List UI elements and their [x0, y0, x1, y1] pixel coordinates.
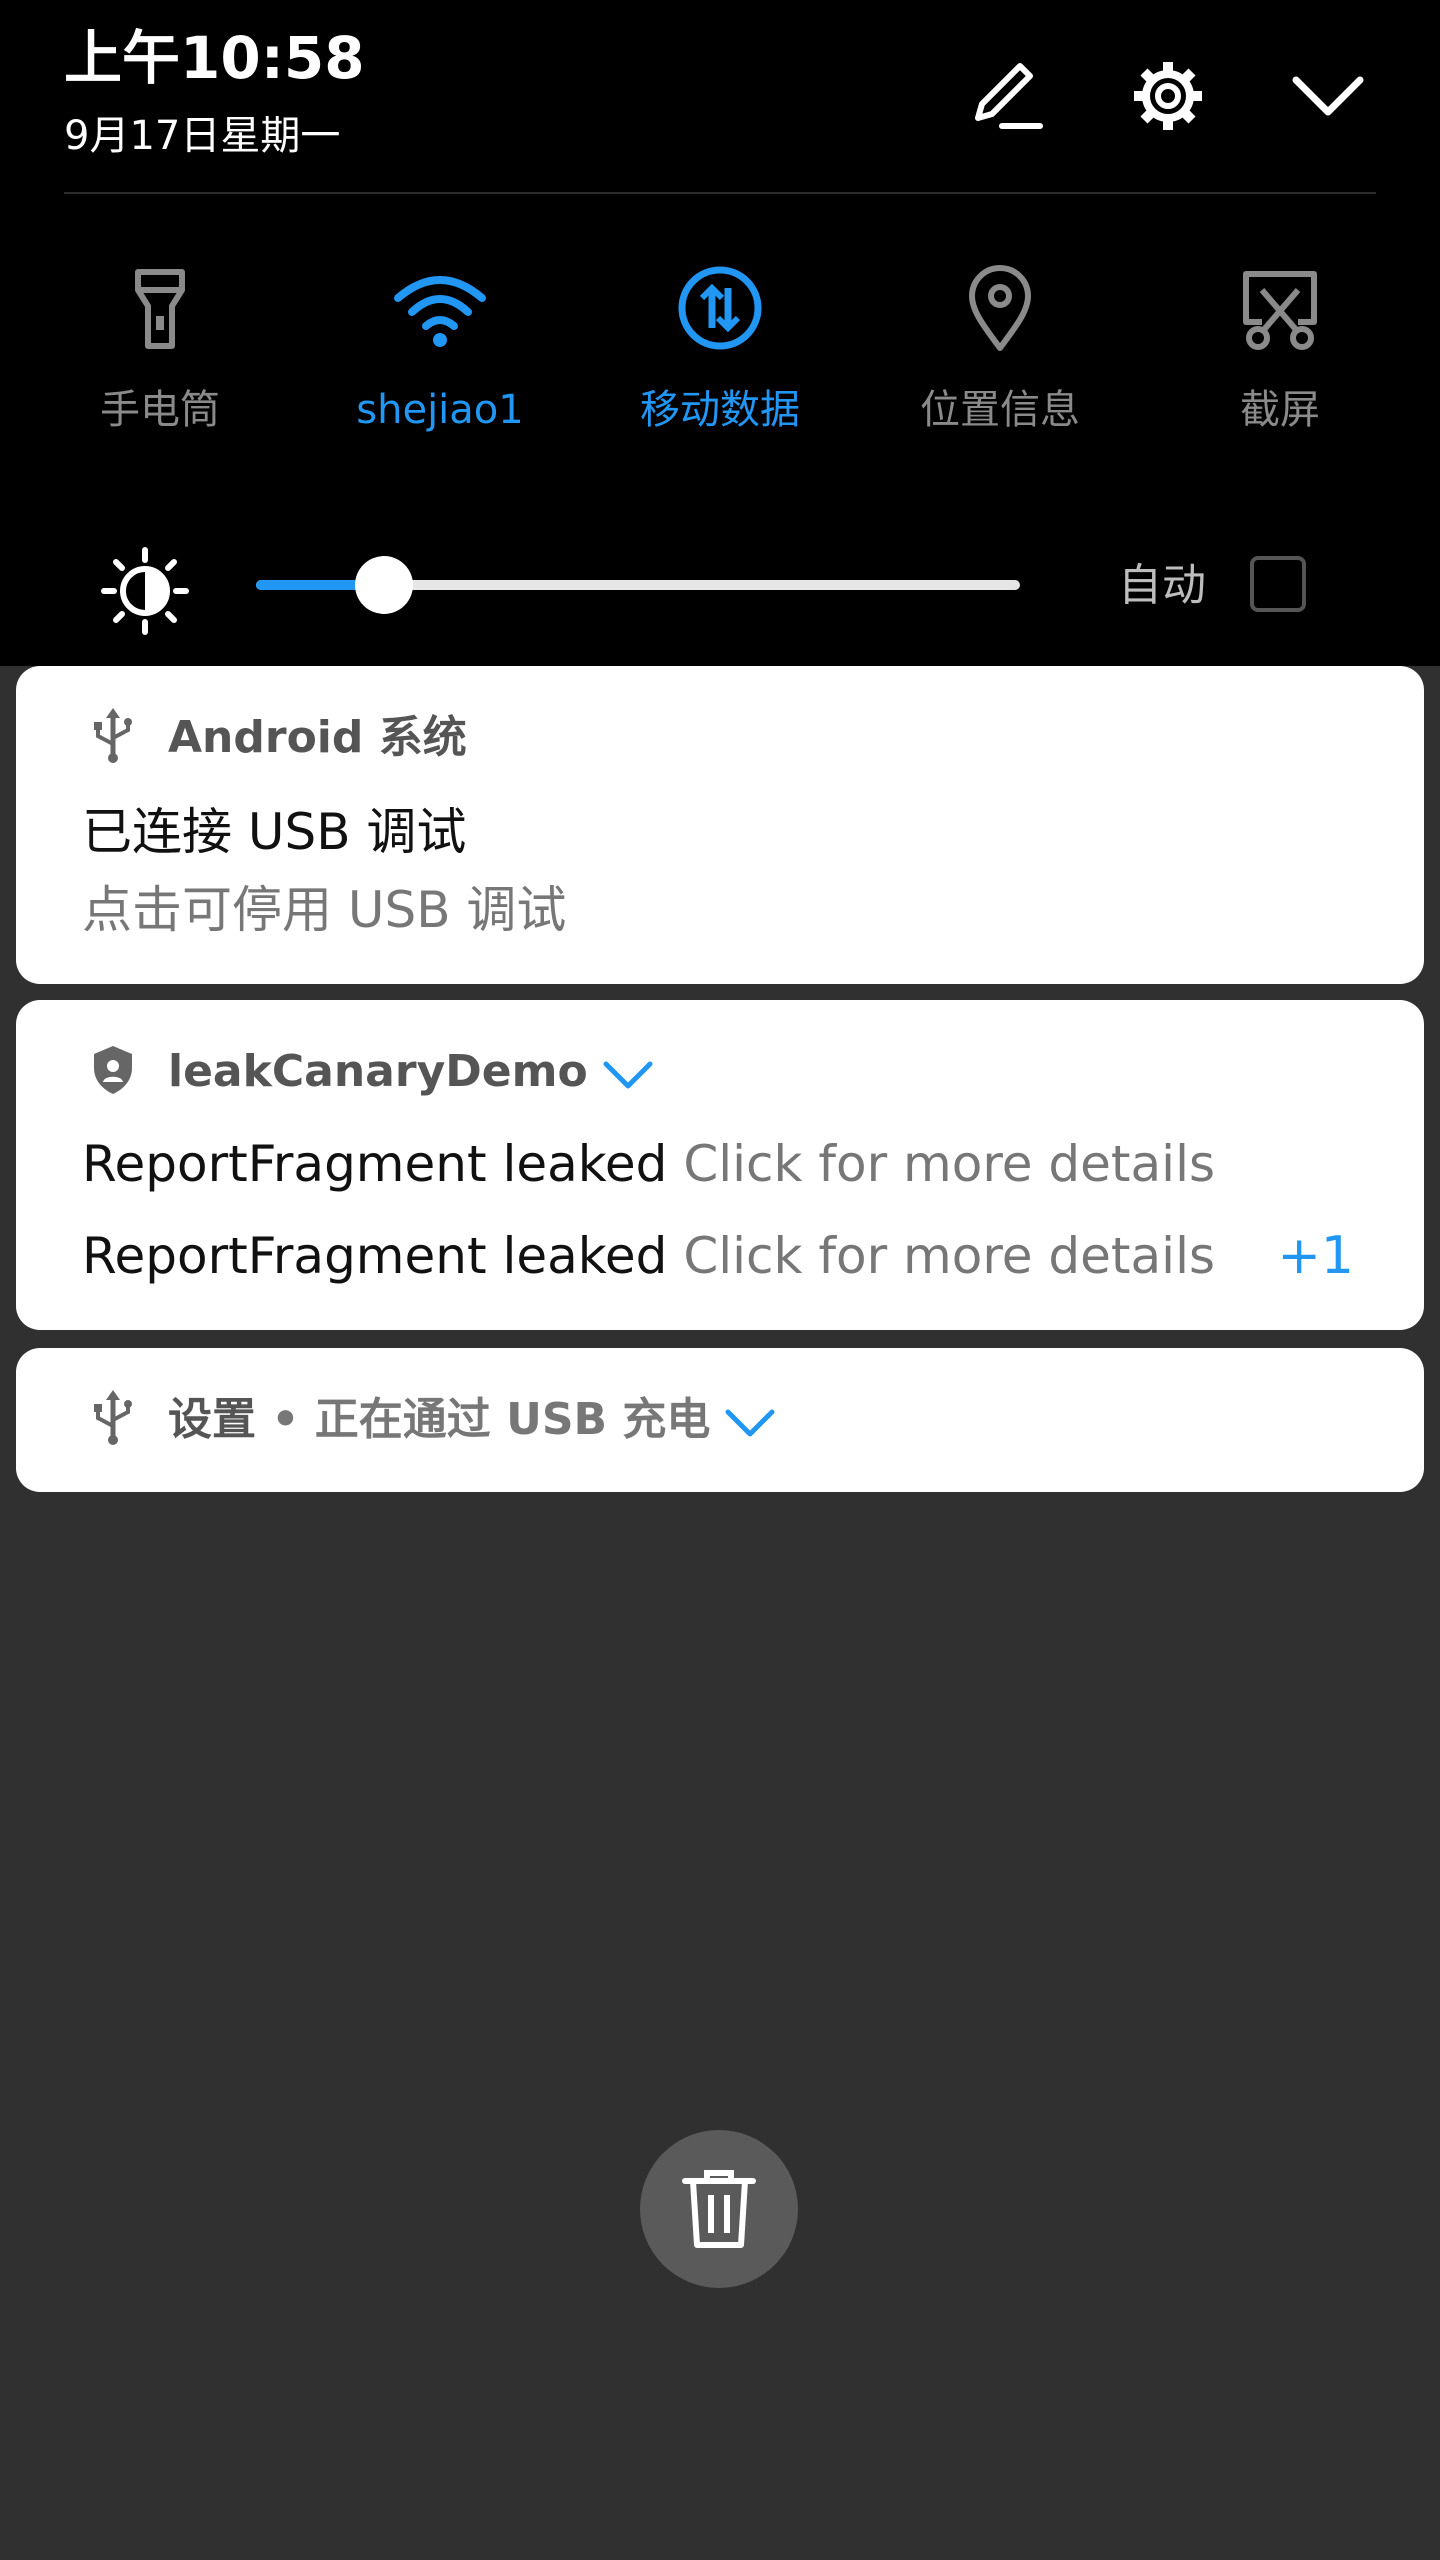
brightness-slider[interactable]	[256, 556, 1020, 614]
notification-app-name: leakCanaryDemo	[168, 1044, 656, 1100]
notification-line-title: ReportFragment leaked	[82, 1227, 668, 1285]
gear-icon[interactable]	[1128, 56, 1208, 136]
tile-screenshot[interactable]: 截屏	[1150, 260, 1410, 460]
notification-subtitle: 正在通过 USB 充电	[314, 1394, 711, 1445]
notification-header: leakCanaryDemo	[16, 1000, 1424, 1140]
notification-line: ReportFragment leaked Click for more det…	[82, 1132, 1215, 1196]
notification-text: 点击可停用 USB 调试	[82, 881, 567, 939]
tile-label: 截屏	[1240, 387, 1320, 433]
notification-line-title: ReportFragment leaked	[82, 1135, 668, 1193]
tile-label: 手电筒	[100, 387, 220, 433]
date: 9月17日星期一	[64, 113, 341, 159]
tile-mobile-data[interactable]: 移动数据	[590, 260, 850, 460]
wifi-icon	[394, 276, 486, 347]
tile-flashlight[interactable]: 手电筒	[30, 260, 290, 460]
notification-line-text: Click for more details	[683, 1227, 1216, 1285]
quick-settings-panel: 上午10:58 9月17日星期一 手电筒 shejiao1 移动数据 位置信息 …	[0, 0, 1440, 666]
chevron-down-icon[interactable]	[1288, 56, 1368, 136]
separator: •	[271, 1394, 300, 1445]
brightness-icon	[100, 546, 190, 636]
screenshot-icon	[1243, 271, 1317, 350]
tile-location[interactable]: 位置信息	[870, 260, 1130, 460]
tile-label: 移动数据	[640, 387, 800, 433]
clock: 上午10:58	[64, 24, 365, 92]
notification-app-name: Android 系统	[168, 712, 467, 763]
notification-header: Android 系统	[16, 666, 1424, 806]
notification-line: ReportFragment leaked Click for more det…	[82, 1224, 1215, 1288]
notification-app-name: 设置 • 正在通过 USB 充电	[168, 1392, 778, 1448]
tile-label: shejiao1	[356, 387, 524, 433]
tile-wifi[interactable]: shejiao1	[310, 260, 570, 460]
notification-header: 设置 • 正在通过 USB 充电	[16, 1348, 1424, 1488]
usb-icon	[94, 708, 132, 763]
shield-icon	[94, 1046, 132, 1094]
notification-card-leakcanary[interactable]: leakCanaryDemo ReportFragment leaked Cli…	[16, 1000, 1424, 1330]
auto-brightness-checkbox[interactable]	[1250, 556, 1306, 612]
mobile-data-icon	[678, 266, 762, 350]
notification-line-text: Click for more details	[683, 1135, 1216, 1193]
notification-card-android-system[interactable]: Android 系统 已连接 USB 调试 点击可停用 USB 调试	[16, 666, 1424, 984]
notification-app-label: 设置	[168, 1394, 256, 1445]
auto-brightness-label: 自动	[1118, 560, 1206, 611]
usb-icon	[94, 1390, 132, 1445]
brightness-slider-thumb[interactable]	[355, 556, 414, 614]
more-notifications-count: +1	[1277, 1226, 1354, 1286]
clear-all-button[interactable]	[640, 2130, 798, 2288]
notification-app-label: leakCanaryDemo	[168, 1046, 588, 1097]
trash-icon	[682, 2170, 756, 2248]
flashlight-icon	[135, 269, 185, 349]
pencil-icon[interactable]	[966, 56, 1046, 136]
tile-label: 位置信息	[920, 387, 1080, 433]
divider	[64, 192, 1376, 194]
location-icon	[969, 265, 1031, 351]
notification-title: 已连接 USB 调试	[82, 803, 467, 861]
chevron-down-icon[interactable]	[722, 1402, 778, 1442]
notification-card-settings[interactable]: 设置 • 正在通过 USB 充电	[16, 1348, 1424, 1492]
chevron-down-icon[interactable]	[600, 1054, 656, 1094]
